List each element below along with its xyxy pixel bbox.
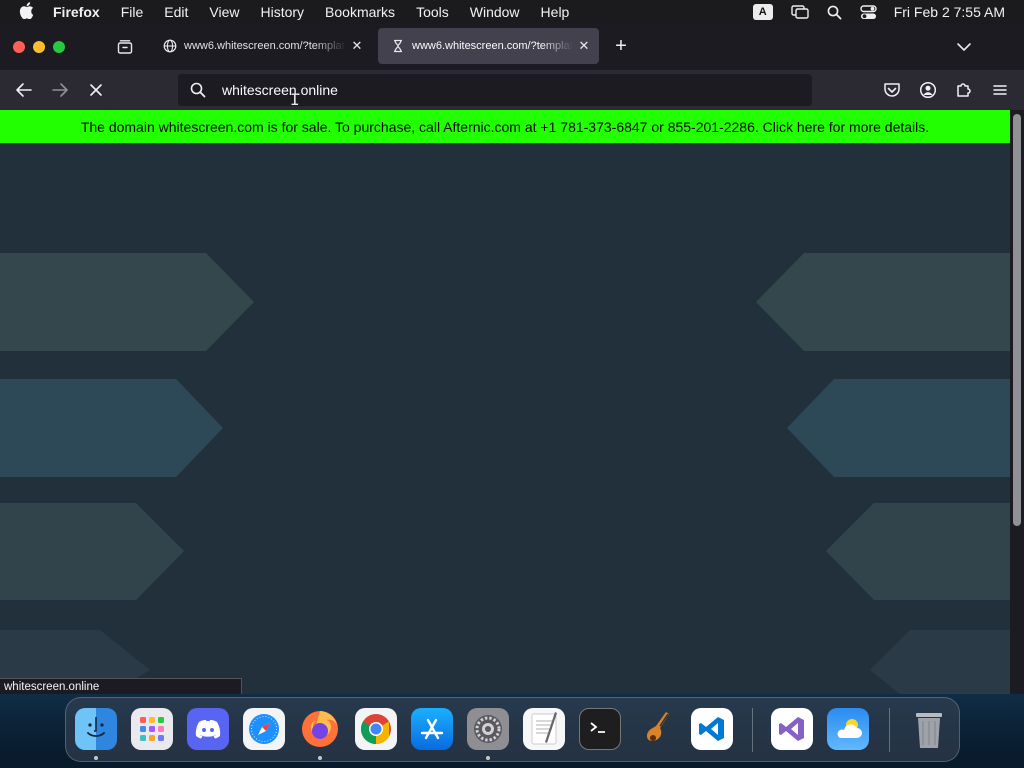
puzzle-icon	[957, 83, 971, 97]
window-zoom-button[interactable]	[53, 41, 65, 53]
tab-close-button[interactable]: ✕	[573, 38, 595, 54]
dock	[65, 697, 960, 762]
firefox-view-icon	[117, 40, 133, 54]
dock-app-store-icon[interactable]	[411, 708, 453, 750]
extensions-button[interactable]	[952, 78, 976, 102]
arrow-left-icon	[16, 83, 32, 97]
navigation-toolbar: whitescreen.online	[0, 70, 1024, 110]
menu-window[interactable]: Window	[459, 4, 530, 20]
forward-button[interactable]	[48, 78, 72, 102]
hamburger-menu-icon	[993, 85, 1007, 95]
dock-chrome-icon[interactable]	[355, 708, 397, 750]
window-minimize-button[interactable]	[33, 41, 45, 53]
dock-separator	[752, 708, 753, 752]
background-arrow-shapes	[0, 253, 1010, 694]
dock-visual-studio-icon[interactable]	[771, 708, 813, 750]
tab-title: www6.whitescreen.com/?template	[184, 40, 346, 52]
tab-whitescreen-1[interactable]: www6.whitescreen.com/?template ✕	[150, 28, 372, 64]
dock-textedit-icon[interactable]	[523, 708, 565, 750]
text-cursor-icon: I	[290, 90, 300, 109]
dock-vscode-icon[interactable]	[691, 708, 733, 750]
stop-x-icon	[90, 84, 102, 96]
dock-safari-icon[interactable]	[243, 708, 285, 750]
menu-view[interactable]: View	[199, 4, 250, 20]
link-status-panel: whitescreen.online	[0, 678, 242, 694]
application-menu-button[interactable]	[988, 78, 1012, 102]
chevron-down-icon	[957, 43, 971, 51]
address-bar-input[interactable]: whitescreen.online	[222, 82, 338, 98]
firefox-window: www6.whitescreen.com/?template ✕ www6.wh…	[0, 24, 1024, 694]
hourglass-icon	[394, 39, 402, 53]
dock-trash-icon[interactable]	[908, 708, 950, 750]
menu-firefox[interactable]: Firefox	[52, 4, 110, 20]
pocket-icon	[884, 83, 900, 97]
tab-bar: www6.whitescreen.com/?template ✕ www6.wh…	[0, 24, 1024, 70]
apple-logo-icon	[19, 1, 33, 19]
input-source-menu[interactable]: A	[752, 4, 773, 20]
arrow-right-icon	[52, 83, 68, 97]
dock-launchpad-icon[interactable]	[131, 708, 173, 750]
menu-help[interactable]: Help	[530, 4, 580, 20]
tab-close-button[interactable]: ✕	[346, 38, 368, 54]
window-close-button[interactable]	[13, 41, 25, 53]
control-center-icon[interactable]	[860, 4, 877, 20]
dock-garageband-icon[interactable]	[635, 708, 677, 750]
account-icon	[919, 81, 937, 99]
pocket-button[interactable]	[880, 78, 904, 102]
input-source-badge: A	[752, 4, 773, 20]
dock-discord-icon[interactable]	[187, 708, 229, 750]
firefox-view-button[interactable]	[116, 38, 134, 56]
account-button[interactable]	[916, 78, 940, 102]
globe-icon	[163, 39, 177, 53]
page-scrollbar[interactable]	[1010, 110, 1024, 694]
menu-file[interactable]: File	[110, 4, 154, 20]
dock-system-settings-icon[interactable]	[467, 708, 509, 750]
list-all-tabs-button[interactable]	[954, 39, 974, 55]
back-button[interactable]	[12, 78, 36, 102]
banner-text: The domain whitescreen.com is for sale. …	[80, 118, 930, 135]
tab-whitescreen-2-active[interactable]: www6.whitescreen.com/?template ✕	[378, 28, 599, 64]
dock-separator	[889, 708, 890, 752]
dock-firefox-icon[interactable]	[299, 708, 341, 750]
running-indicator	[318, 756, 322, 760]
scrollbar-thumb[interactable]	[1013, 114, 1021, 526]
menubar-clock[interactable]: Fri Feb 2 7:55 AM	[894, 4, 1005, 20]
menu-bar: Firefox File Edit View History Bookmarks…	[0, 0, 1024, 24]
screen-mirroring-icon[interactable]	[791, 5, 809, 19]
domain-for-sale-banner[interactable]: The domain whitescreen.com is for sale. …	[0, 110, 1010, 143]
menu-history[interactable]: History	[250, 4, 315, 20]
dock-weather-icon[interactable]	[827, 708, 869, 750]
menu-tools[interactable]: Tools	[406, 4, 460, 20]
page-content: The domain whitescreen.com is for sale. …	[0, 110, 1010, 694]
address-bar[interactable]: whitescreen.online	[178, 74, 812, 106]
menu-edit[interactable]: Edit	[154, 4, 199, 20]
tab-title: www6.whitescreen.com/?template	[412, 40, 573, 52]
new-tab-button[interactable]: +	[610, 36, 632, 58]
dock-finder-icon[interactable]	[75, 708, 117, 750]
running-indicator	[486, 756, 490, 760]
dock-terminal-icon[interactable]	[579, 708, 621, 750]
spotlight-search-icon[interactable]	[827, 5, 842, 20]
search-icon	[190, 82, 206, 98]
running-indicator	[94, 756, 98, 760]
stop-loading-button[interactable]	[84, 78, 108, 102]
menu-bookmarks[interactable]: Bookmarks	[315, 4, 406, 20]
apple-menu[interactable]	[0, 1, 52, 23]
